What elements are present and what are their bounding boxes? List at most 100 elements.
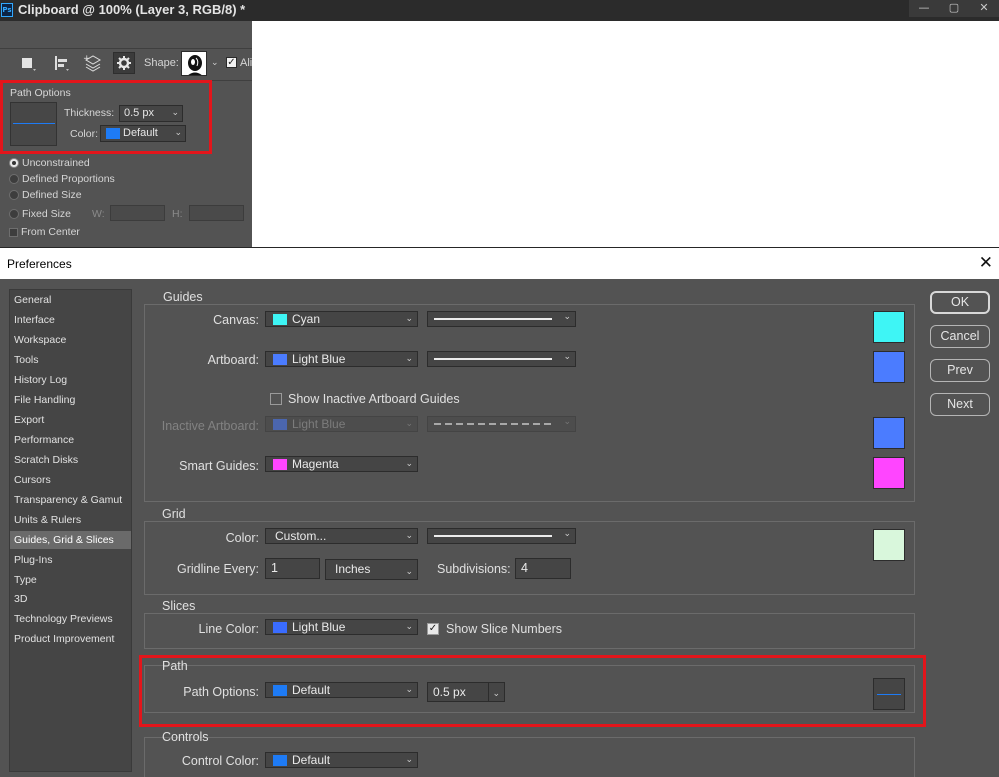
nav-item-workspace[interactable]: Workspace: [10, 331, 131, 349]
color-swatch: [273, 314, 287, 325]
smart-guides-color-select[interactable]: Magenta ⌄: [265, 456, 418, 472]
chevron-down-icon: ⌄: [563, 352, 571, 362]
cancel-button[interactable]: Cancel: [930, 325, 990, 348]
preferences-dialog: Preferences ✕ General Interface Workspac…: [0, 247, 999, 777]
nav-item-interface[interactable]: Interface: [10, 311, 131, 329]
nav-item-general[interactable]: General: [10, 291, 131, 309]
document-canvas[interactable]: [252, 21, 999, 247]
chevron-down-icon: ⌄: [405, 755, 413, 765]
chevron-down-icon: ⌄: [563, 312, 571, 322]
canvas-guide-style-select[interactable]: ⌄: [427, 311, 576, 327]
show-slice-numbers-checkbox[interactable]: ✓: [427, 623, 439, 635]
shape-picker-thumbnail[interactable]: [181, 51, 207, 76]
color-swatch: [273, 419, 287, 430]
nav-item-plug-ins[interactable]: Plug-Ins: [10, 551, 131, 569]
nav-item-tools[interactable]: Tools: [10, 351, 131, 369]
align-edges-label: Ali: [240, 57, 253, 69]
prev-button[interactable]: Prev: [930, 359, 990, 382]
nav-item-performance[interactable]: Performance: [10, 431, 131, 449]
slice-line-color-value: Light Blue: [292, 620, 346, 634]
smart-guides-label: Smart Guides:: [179, 459, 259, 473]
document-title: Clipboard @ 100% (Layer 3, RGB/8) *: [18, 2, 246, 17]
fill-square-icon[interactable]: [17, 52, 39, 74]
grid-color-label: Color:: [225, 531, 259, 545]
from-center-checkbox[interactable]: [9, 228, 18, 237]
nav-item-3d[interactable]: 3D: [10, 590, 131, 608]
nav-item-guides-grid-slices[interactable]: Guides, Grid & Slices: [10, 531, 131, 549]
height-input[interactable]: [189, 205, 244, 221]
canvas-guide-color-select[interactable]: Cyan ⌄: [265, 311, 418, 327]
nav-item-export[interactable]: Export: [10, 411, 131, 429]
gridline-every-label: Gridline Every:: [177, 562, 259, 576]
slices-title: Slices: [162, 599, 196, 613]
solid-line-icon: [434, 535, 552, 537]
shape-dropdown-chevron-icon[interactable]: ⌄: [211, 58, 219, 68]
grid-style-select[interactable]: ⌄: [427, 528, 576, 544]
nav-item-scratch-disks[interactable]: Scratch Disks: [10, 451, 131, 469]
radio-unconstrained[interactable]: [9, 158, 19, 168]
highlight-annotation-path-section: [139, 655, 926, 727]
artboard-guide-color-swatch[interactable]: [873, 351, 905, 383]
color-swatch: [273, 459, 287, 470]
dashed-line-icon: [434, 423, 552, 425]
align-edges-checkbox[interactable]: ✓: [226, 57, 237, 68]
nav-item-product-improvement[interactable]: Product Improvement: [10, 630, 131, 648]
gridline-units-select[interactable]: Inches ⌄: [325, 559, 418, 580]
ok-button[interactable]: OK: [930, 291, 990, 314]
chevron-down-icon: ⌄: [405, 314, 413, 324]
highlight-annotation-path-options: [0, 80, 212, 154]
artboard-guides-label: Artboard:: [207, 353, 259, 367]
nav-item-transparency-gamut[interactable]: Transparency & Gamut: [10, 491, 131, 509]
next-button[interactable]: Next: [930, 393, 990, 416]
nav-item-file-handling[interactable]: File Handling: [10, 391, 131, 409]
path-alignment-icon[interactable]: [50, 52, 72, 74]
solid-line-icon: [434, 358, 552, 360]
defined-size-label: Defined Size: [22, 189, 82, 201]
nav-item-cursors[interactable]: Cursors: [10, 471, 131, 489]
gridline-every-input[interactable]: 1: [265, 558, 320, 579]
color-swatch: [273, 354, 287, 365]
nav-item-history-log[interactable]: History Log: [10, 371, 131, 389]
artboard-guide-color-select[interactable]: Light Blue ⌄: [265, 351, 418, 367]
grid-color-select[interactable]: Custom... ⌄: [265, 528, 418, 544]
controls-title: Controls: [162, 730, 209, 744]
solid-line-icon: [434, 318, 552, 320]
width-input[interactable]: [110, 205, 165, 221]
nav-item-units-rulers[interactable]: Units & Rulers: [10, 511, 131, 529]
control-color-select[interactable]: Default ⌄: [265, 752, 418, 768]
defined-proportions-label: Defined Proportions: [22, 173, 115, 185]
chevron-down-icon: ⌄: [405, 354, 413, 364]
width-label: W:: [92, 208, 105, 220]
control-color-value: Default: [292, 753, 331, 767]
document-titlebar: Ps Clipboard @ 100% (Layer 3, RGB/8) * —…: [0, 0, 999, 21]
radio-defined-size[interactable]: [9, 190, 19, 200]
artboard-guide-style-select[interactable]: ⌄: [427, 351, 576, 367]
guides-group: [144, 304, 915, 502]
subdivisions-input[interactable]: 4: [515, 558, 571, 579]
shape-label: Shape:: [144, 57, 179, 69]
chevron-down-icon: ⌄: [405, 531, 413, 541]
smart-guides-color-swatch[interactable]: [873, 457, 905, 489]
close-window-icon[interactable]: ✕: [969, 0, 999, 17]
maximize-icon[interactable]: ▢: [939, 0, 969, 17]
grid-color-swatch[interactable]: [873, 529, 905, 561]
nav-item-type[interactable]: Type: [10, 571, 131, 589]
chevron-down-icon: ⌄: [563, 417, 571, 427]
grid-color-value: Custom...: [275, 529, 327, 543]
path-arrangement-icon[interactable]: +: [82, 52, 104, 74]
minimize-icon[interactable]: —: [909, 0, 939, 17]
chevron-down-icon: ⌄: [563, 529, 571, 539]
inactive-artboard-color-swatch[interactable]: [873, 417, 905, 449]
nav-item-technology-previews[interactable]: Technology Previews: [10, 610, 131, 628]
gear-icon[interactable]: [113, 52, 135, 74]
grid-title: Grid: [162, 507, 186, 521]
show-inactive-artboard-guides-checkbox[interactable]: [270, 393, 282, 405]
close-icon[interactable]: ✕: [979, 253, 993, 273]
canvas-guide-color-swatch[interactable]: [873, 311, 905, 343]
radio-defined-proportions[interactable]: [9, 174, 19, 184]
radio-fixed-size[interactable]: [9, 209, 19, 219]
slice-line-color-select[interactable]: Light Blue ⌄: [265, 619, 418, 635]
inactive-artboard-color-select: Light Blue ⌄: [265, 416, 418, 432]
chevron-down-icon: ⌄: [405, 622, 413, 632]
canvas-guide-color-value: Cyan: [292, 312, 321, 326]
